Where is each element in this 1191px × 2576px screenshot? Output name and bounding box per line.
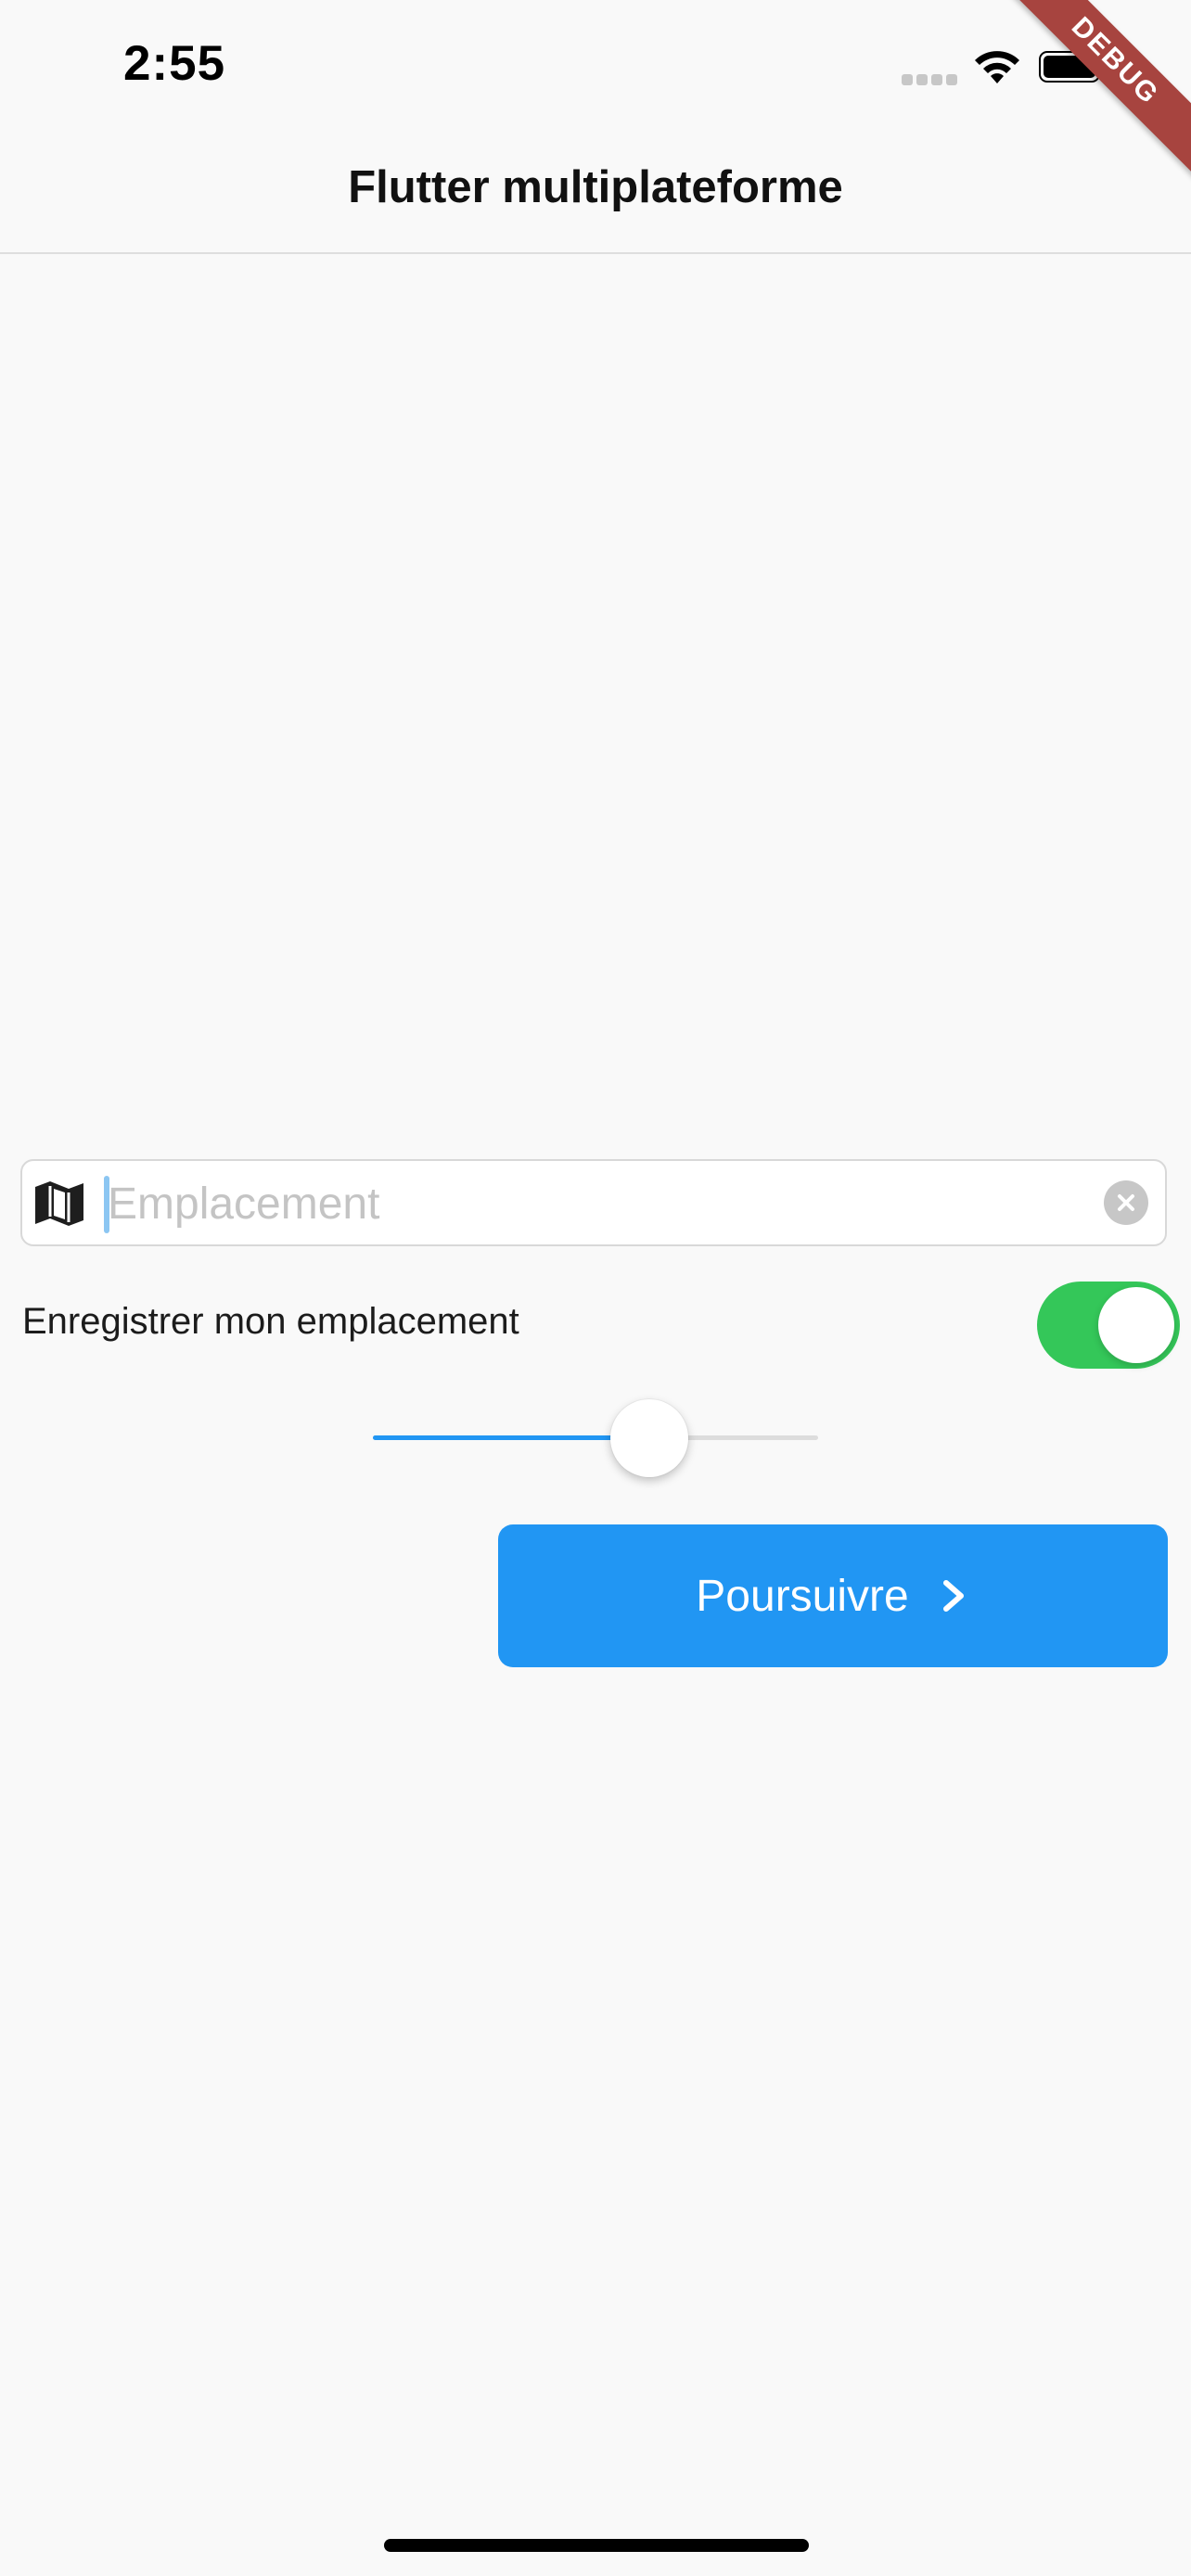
home-indicator xyxy=(384,2539,809,2552)
continue-button[interactable]: Poursuivre xyxy=(498,1524,1168,1667)
page-title: Flutter multiplateforme xyxy=(348,162,843,212)
save-location-label: Enregistrer mon emplacement xyxy=(22,1301,519,1342)
cellular-signal-icon xyxy=(902,74,957,85)
wifi-icon xyxy=(975,51,1019,83)
save-location-toggle[interactable] xyxy=(1037,1282,1180,1369)
slider[interactable] xyxy=(373,1391,818,1484)
map-icon xyxy=(35,1181,83,1226)
clear-icon[interactable] xyxy=(1104,1180,1148,1225)
location-input[interactable] xyxy=(106,1161,1093,1246)
status-time: 2:55 xyxy=(123,36,226,91)
navigation-bar: Flutter multiplateforme xyxy=(0,130,1191,254)
chevron-right-icon xyxy=(942,1580,964,1612)
slider-thumb[interactable] xyxy=(609,1399,688,1477)
continue-button-label: Poursuivre xyxy=(696,1571,909,1621)
toggle-knob xyxy=(1098,1287,1174,1363)
status-bar: 2:55 xyxy=(0,0,1191,130)
location-field[interactable] xyxy=(20,1159,1167,1246)
slider-active-track xyxy=(373,1435,649,1440)
